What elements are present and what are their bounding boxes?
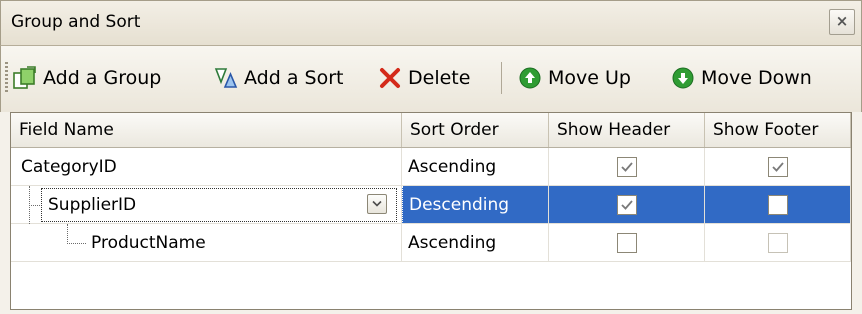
sort-order-cell[interactable]: Ascending xyxy=(402,148,549,186)
add-sort-icon xyxy=(214,68,238,88)
show-header-cell xyxy=(549,224,705,262)
table-row-selected[interactable]: SupplierID Descending xyxy=(11,186,851,224)
window-title: Group and Sort xyxy=(11,12,141,32)
show-header-cell xyxy=(549,148,705,186)
show-footer-checkbox[interactable] xyxy=(768,195,788,215)
add-sort-label: Add a Sort xyxy=(244,67,344,89)
tree-connector xyxy=(29,186,30,224)
field-name: SupplierID xyxy=(48,195,137,215)
field-name-dropdown[interactable]: SupplierID xyxy=(41,188,397,222)
sort-order: Ascending xyxy=(408,157,497,177)
column-header-show-footer[interactable]: Show Footer xyxy=(705,113,851,147)
sort-order-cell[interactable]: Ascending xyxy=(402,224,549,262)
move-down-label: Move Down xyxy=(701,67,812,89)
tree-connector xyxy=(67,224,86,244)
tree-connector xyxy=(29,186,40,206)
move-down-button[interactable]: Move Down xyxy=(671,63,812,93)
add-group-label: Add a Group xyxy=(43,67,162,89)
column-header-field-name[interactable]: Field Name xyxy=(11,113,402,147)
chevron-down-icon xyxy=(372,200,382,207)
group-and-sort-window: Group and Sort × Add a Group Add a Sort xyxy=(0,0,862,314)
show-footer-checkbox[interactable] xyxy=(768,157,788,177)
move-up-button[interactable]: Move Up xyxy=(518,63,631,93)
add-group-button[interactable]: Add a Group xyxy=(13,63,161,93)
checkmark-icon xyxy=(772,162,784,172)
arrow-down-circle-icon xyxy=(672,67,694,89)
sort-order: Descending xyxy=(409,195,510,215)
field-name-cell[interactable]: ProductName xyxy=(11,186,402,262)
table-row[interactable]: ProductName Ascending xyxy=(11,186,851,262)
field-name: CategoryID xyxy=(21,157,117,177)
add-sort-button[interactable]: Add a Sort xyxy=(214,63,343,93)
close-button[interactable]: × xyxy=(829,9,855,35)
show-footer-cell xyxy=(705,224,851,262)
show-footer-cell xyxy=(705,186,851,224)
show-footer-cell xyxy=(705,148,851,186)
sort-order-cell[interactable]: Descending xyxy=(402,186,549,224)
delete-button[interactable]: Delete xyxy=(378,63,470,93)
field-dropdown-button[interactable] xyxy=(367,194,387,214)
column-header-show-header[interactable]: Show Header xyxy=(549,113,705,147)
group-sort-grid: Field Name Sort Order Show Header Show F… xyxy=(10,112,852,310)
table-row[interactable]: CategoryID Ascending xyxy=(11,148,851,186)
delete-label: Delete xyxy=(408,67,471,89)
sort-order: Ascending xyxy=(408,233,497,253)
show-footer-checkbox-disabled xyxy=(768,233,788,253)
field-name-cell[interactable]: SupplierID xyxy=(11,186,402,224)
show-header-checkbox[interactable] xyxy=(617,195,637,215)
show-header-checkbox[interactable] xyxy=(617,233,637,253)
add-group-icon xyxy=(13,66,36,89)
toolbar: Add a Group Add a Sort Delete Move Up Mo… xyxy=(0,46,862,112)
delete-x-icon xyxy=(380,68,400,88)
checkmark-icon xyxy=(621,162,633,172)
show-header-checkbox[interactable] xyxy=(617,157,637,177)
close-icon: × xyxy=(835,12,849,30)
arrow-up-circle-icon xyxy=(519,67,541,89)
field-name: ProductName xyxy=(91,233,206,253)
grid-header: Field Name Sort Order Show Header Show F… xyxy=(11,113,851,148)
checkmark-icon xyxy=(621,200,633,210)
move-up-label: Move Up xyxy=(548,67,631,89)
field-name-cell[interactable]: CategoryID xyxy=(11,148,402,186)
toolbar-grip[interactable] xyxy=(5,62,8,94)
title-bar: Group and Sort × xyxy=(0,0,862,46)
show-header-cell xyxy=(549,186,705,224)
toolbar-separator xyxy=(501,62,502,94)
column-header-sort-order[interactable]: Sort Order xyxy=(402,113,549,147)
